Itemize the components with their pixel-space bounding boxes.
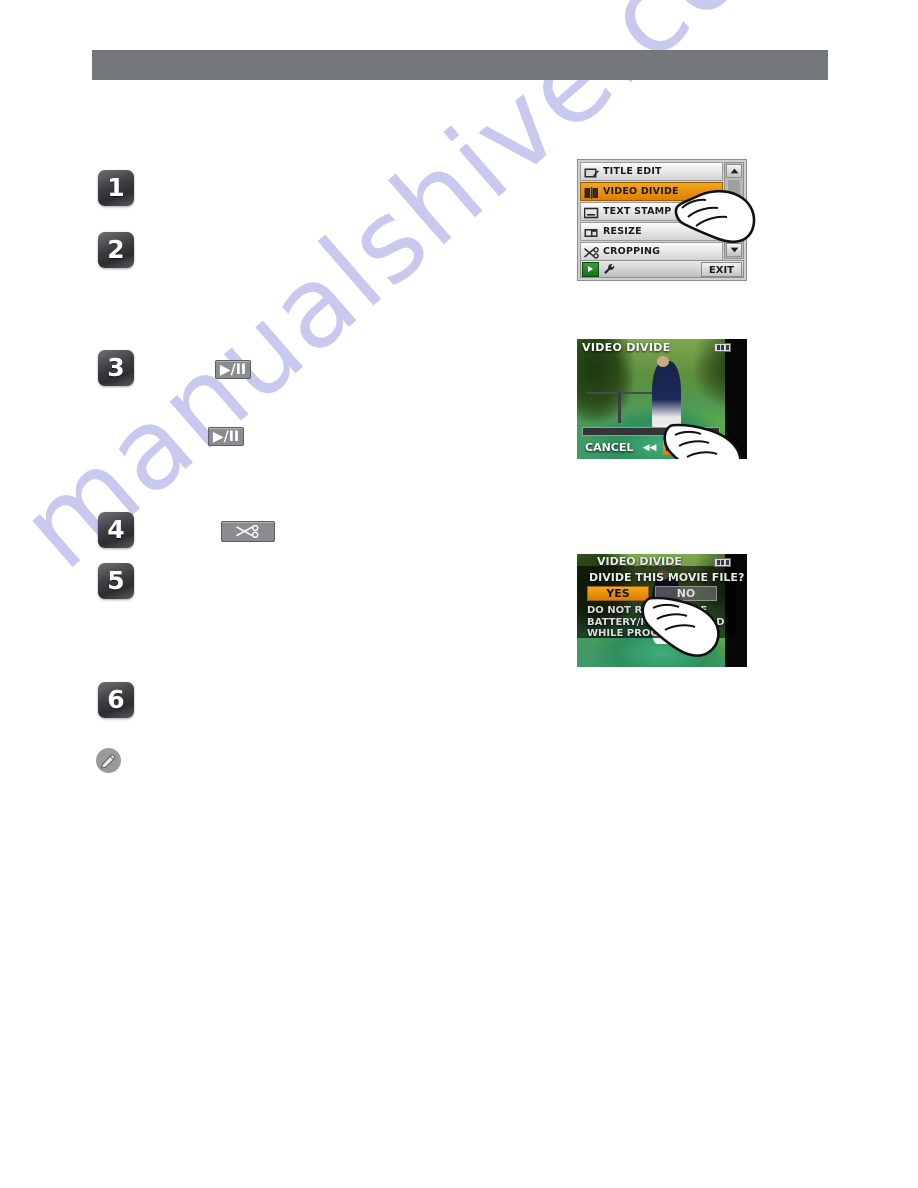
- step-badge-6: 6: [98, 682, 134, 718]
- screen-title: VIDEO DIVIDE: [597, 555, 682, 568]
- warning-line-3: WHILE PROCEEDING.: [587, 628, 704, 639]
- battery-icon: [714, 558, 731, 567]
- scene-subject: [651, 360, 681, 435]
- step-number: 1: [107, 173, 125, 202]
- step-number: 3: [107, 353, 125, 382]
- scrollbar-track[interactable]: [728, 180, 740, 241]
- scene-right-letterbox: [724, 339, 747, 459]
- menu-item-label: CROPPING: [603, 246, 661, 257]
- fast-forward-button[interactable]: ▶▶: [687, 440, 708, 455]
- scroll-down-button[interactable]: [726, 243, 742, 257]
- menu-item-title-edit[interactable]: TITLE EDIT: [580, 162, 723, 181]
- menu-item-label: TEXT STAMP: [603, 206, 672, 217]
- step-badge-1: 1: [98, 170, 134, 206]
- watermark-text: manualshive.com: [0, 0, 853, 595]
- play-pause-glyph: ▶/II: [212, 428, 240, 445]
- video-divide-icon: [584, 186, 599, 199]
- menu-scrollbar[interactable]: [724, 162, 744, 259]
- note-pencil-icon: [96, 748, 121, 773]
- chevron-up-icon: [730, 168, 738, 174]
- menu-item-cropping[interactable]: CROPPING: [580, 242, 723, 261]
- no-button[interactable]: NO: [655, 586, 717, 601]
- rewind-button[interactable]: ◀◀: [639, 440, 660, 455]
- warning-line-1: DO NOT REMOVE THE: [587, 605, 708, 616]
- step-badge-4: 4: [98, 512, 134, 548]
- menu-screenshot: TITLE EDIT VIDEO DIVIDE TEXT STAMP RESIZ…: [577, 159, 756, 281]
- menu-item-label: RESIZE: [603, 226, 642, 237]
- menu-item-video-divide[interactable]: VIDEO DIVIDE: [580, 182, 723, 201]
- scene-subject-head: [656, 355, 669, 367]
- play-pause-icon: ▶/II: [215, 360, 251, 379]
- step-number: 5: [107, 566, 125, 595]
- step-number: 4: [107, 515, 125, 544]
- menu-item-label: VIDEO DIVIDE: [603, 186, 679, 197]
- yes-button[interactable]: YES: [587, 586, 649, 601]
- step-badge-3: 3: [98, 350, 134, 386]
- menu-exit-button[interactable]: EXIT: [700, 261, 742, 277]
- title-edit-icon: [584, 166, 599, 178]
- menu-item-label: TITLE EDIT: [603, 166, 662, 177]
- play-pause-button[interactable]: ▶/II: [663, 440, 684, 455]
- cropping-icon: [584, 246, 599, 259]
- text-stamp-icon: [583, 206, 599, 218]
- menu-item-text-stamp[interactable]: TEXT STAMP: [580, 202, 723, 221]
- menu-item-resize[interactable]: RESIZE: [580, 222, 723, 241]
- confirm-dialog-screenshot: VIDEO DIVIDE DIVIDE THIS MOVIE FILE? YES…: [577, 554, 747, 667]
- warning-text: DO NOT REMOVE THE BATTERY/MEMORY CARD WH…: [587, 605, 733, 640]
- pencil-glyph: [100, 754, 116, 769]
- playback-tab-icon[interactable]: [582, 261, 599, 277]
- screen-title: VIDEO DIVIDE: [582, 341, 671, 354]
- resize-icon: [584, 226, 599, 238]
- scissors-glyph: [236, 525, 259, 538]
- cancel-button[interactable]: CANCEL: [581, 439, 637, 456]
- step-badge-5: 5: [98, 563, 134, 599]
- confirm-question: DIVIDE THIS MOVIE FILE?: [589, 571, 745, 584]
- play-pause-icon-2: ▶/II: [208, 427, 244, 446]
- play-pause-glyph: ▶/II: [219, 361, 247, 378]
- battery-icon: [714, 343, 731, 352]
- video-divide-screenshot: VIDEO DIVIDE CANCEL ◀◀ ▶/II ▶▶: [577, 339, 747, 459]
- playback-controls: CANCEL ◀◀ ▶/II ▶▶: [577, 439, 725, 457]
- playback-scrubber[interactable]: [582, 426, 720, 436]
- menu-bottom-bar: EXIT: [580, 260, 744, 278]
- wrench-glyph: [604, 263, 615, 274]
- step-number: 6: [107, 685, 125, 714]
- wrench-icon[interactable]: [599, 263, 619, 275]
- step-number: 2: [107, 235, 125, 264]
- step-badge-2: 2: [98, 232, 134, 268]
- menu-list: TITLE EDIT VIDEO DIVIDE TEXT STAMP RESIZ…: [580, 162, 723, 262]
- chevron-down-icon: [730, 247, 738, 253]
- scroll-up-button[interactable]: [726, 164, 742, 178]
- warning-line-2: BATTERY/MEMORY CARD: [587, 616, 725, 628]
- play-triangle-glyph: [588, 266, 593, 272]
- scissors-icon: [221, 521, 275, 542]
- section-header-bar: [92, 50, 828, 80]
- scene-post: [617, 391, 622, 423]
- manual-page: manualshive.com 1 2 3 4 5 6 ▶/II ▶/II TI…: [0, 0, 918, 1188]
